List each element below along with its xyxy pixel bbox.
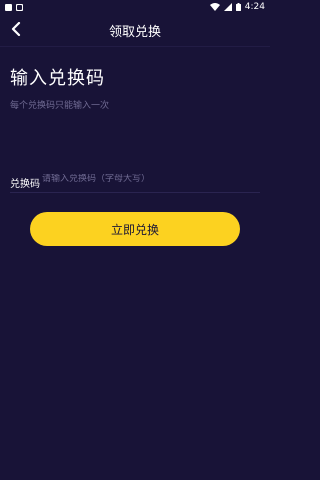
status-bar: 4:24 <box>0 0 270 14</box>
redeem-code-input[interactable] <box>40 174 260 188</box>
notification-app-icon <box>16 3 23 11</box>
battery-icon <box>235 3 241 11</box>
redeem-code-row: 兑换码 <box>10 170 260 193</box>
redeem-code-screen: 4:24 领取兑换 输入兑换码 每个兑换码只能输入一次 兑换码 立即兑换 <box>0 0 270 480</box>
redeem-button[interactable]: 立即兑换 <box>30 212 240 246</box>
notification-icon <box>5 3 12 11</box>
page-heading: 输入兑换码 <box>10 68 105 89</box>
signal-icon <box>223 3 232 11</box>
header-title: 领取兑换 <box>108 24 161 40</box>
status-time: 4:24 <box>244 2 265 12</box>
back-button[interactable] <box>6 20 26 40</box>
app-header: 领取兑换 <box>0 14 270 47</box>
chevron-left-icon <box>11 21 21 40</box>
wifi-icon <box>209 3 220 11</box>
status-left <box>5 3 23 11</box>
page-hint: 每个兑换码只能输入一次 <box>10 101 110 111</box>
status-right: 4:24 <box>209 2 265 12</box>
redeem-code-label: 兑换码 <box>10 179 40 190</box>
